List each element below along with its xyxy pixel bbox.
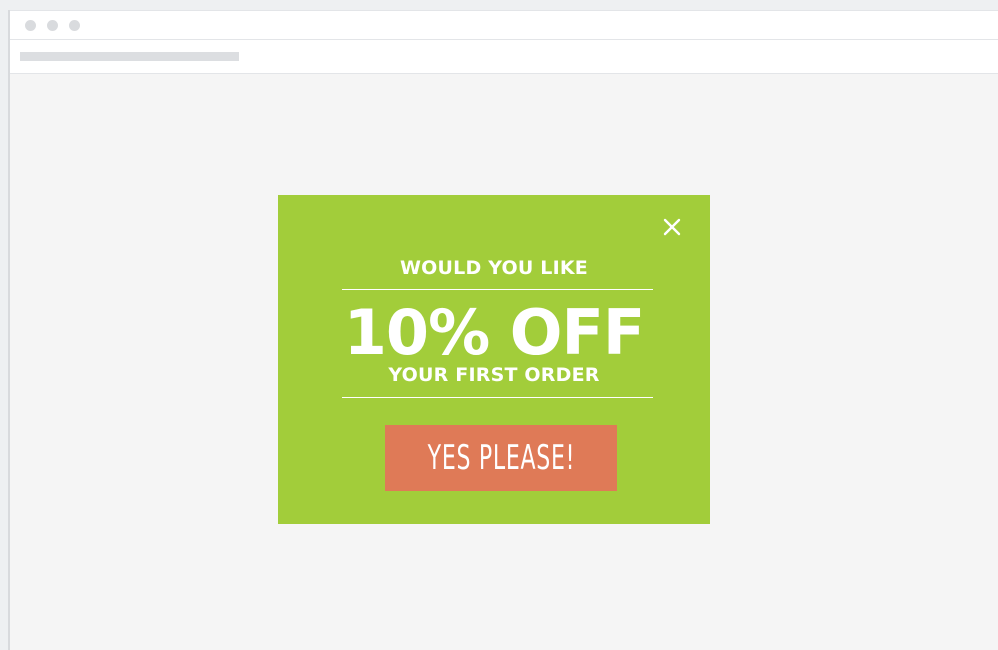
divider-bottom <box>342 397 653 398</box>
window-control-dot-3[interactable] <box>69 20 80 31</box>
window-control-dot-1[interactable] <box>25 20 36 31</box>
offer-headline: 10% OFF <box>343 296 645 369</box>
discount-popup: WOULD YOU LIKE 10% OFF YOUR FIRST ORDER … <box>278 195 710 524</box>
close-icon <box>663 218 681 236</box>
cta-label: YES PLEASE! <box>427 438 575 478</box>
browser-window: WOULD YOU LIKE 10% OFF YOUR FIRST ORDER … <box>8 10 998 650</box>
address-bar-placeholder <box>20 52 239 61</box>
popup-intro: WOULD YOU LIKE <box>400 257 588 279</box>
address-bar[interactable] <box>10 40 998 74</box>
close-button[interactable] <box>660 215 684 239</box>
yes-please-button[interactable]: YES PLEASE! <box>385 425 617 491</box>
divider-top <box>342 289 653 290</box>
window-control-dot-2[interactable] <box>47 20 58 31</box>
popup-subtitle: YOUR FIRST ORDER <box>388 364 600 386</box>
title-bar <box>10 10 998 40</box>
